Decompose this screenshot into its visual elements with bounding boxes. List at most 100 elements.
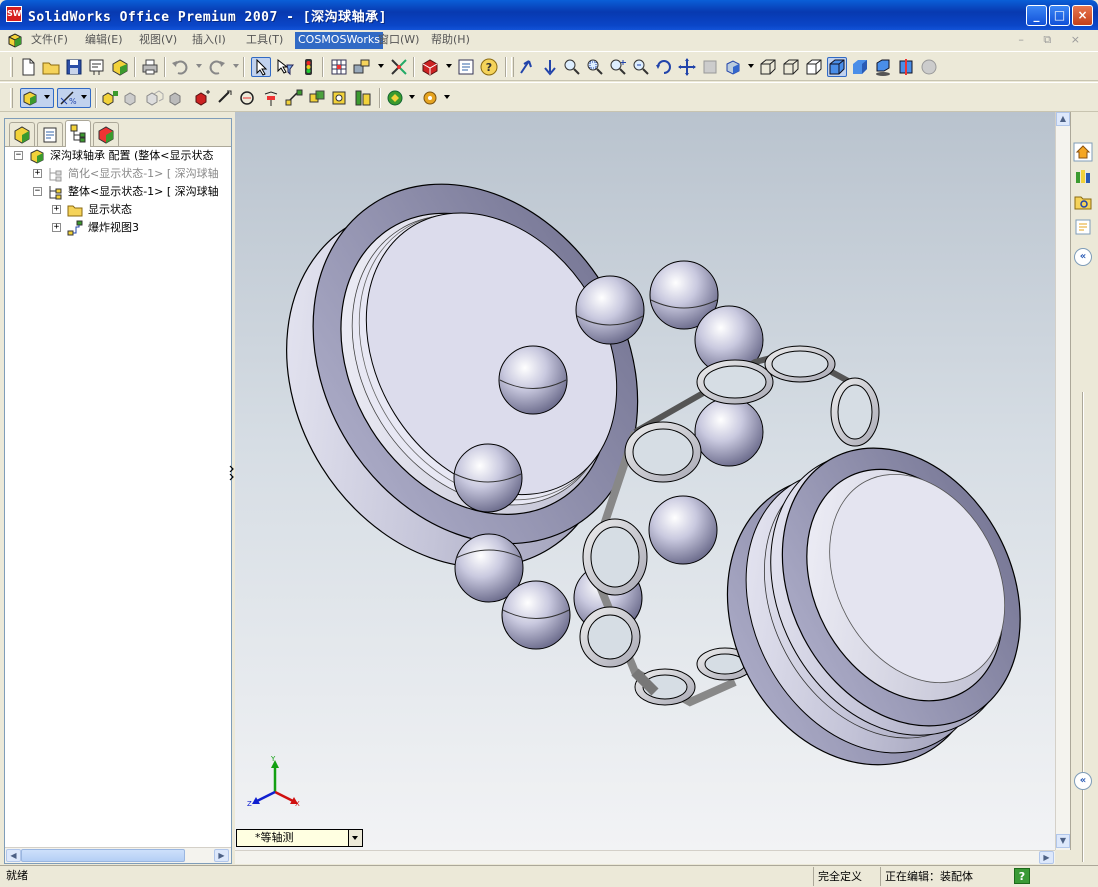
- explode-line-sketch-icon[interactable]: [284, 88, 304, 108]
- configuration-icon: [49, 168, 62, 182]
- tab-display-manager[interactable]: [93, 122, 119, 146]
- move-component-icon[interactable]: [192, 88, 212, 108]
- svg-text:%: %: [69, 97, 77, 106]
- pan-down-icon[interactable]: [540, 57, 560, 77]
- maximize-button[interactable]: □: [1049, 5, 1070, 26]
- view-orientation-value: *等轴测: [255, 831, 294, 844]
- interference-detection-icon[interactable]: [307, 88, 327, 108]
- viewport-horizontal-scrollbar[interactable]: ▶: [235, 850, 1055, 864]
- hole-series-icon[interactable]: [330, 88, 350, 108]
- select-filter-icon[interactable]: [275, 57, 295, 77]
- 3d-box-icon[interactable]: [420, 57, 440, 77]
- viewport-vertical-scrollbar[interactable]: ▲ ▼: [1055, 112, 1070, 850]
- pan-icon[interactable]: [677, 57, 697, 77]
- design-library-icon[interactable]: [1073, 167, 1093, 187]
- rotate-component-icon[interactable]: [215, 88, 235, 108]
- make-assembly-icon[interactable]: [110, 57, 130, 77]
- collapse-pane-icon[interactable]: «: [1074, 772, 1092, 790]
- assembly-features-icon[interactable]: [353, 88, 373, 108]
- zoom-area-icon[interactable]: [585, 57, 605, 77]
- options-grid-icon[interactable]: [329, 57, 349, 77]
- view-orientation-dim-icon[interactable]: [700, 57, 720, 77]
- redo-icon[interactable]: [207, 57, 227, 77]
- zoom-selection-icon[interactable]: [631, 57, 651, 77]
- assembly-toolbar: %: [0, 82, 1098, 112]
- print-icon[interactable]: [140, 57, 160, 77]
- standard-views-icon[interactable]: [723, 57, 743, 77]
- save-icon[interactable]: [64, 57, 84, 77]
- scroll-up-arrow[interactable]: ▲: [1056, 112, 1070, 126]
- previous-view-icon[interactable]: [517, 57, 537, 77]
- change-transparency-icon[interactable]: [144, 88, 164, 108]
- rebuild-traffic-light-icon[interactable]: [298, 57, 318, 77]
- menu-window[interactable]: 窗口(W): [375, 32, 422, 49]
- make-drawing-icon[interactable]: [87, 57, 107, 77]
- scroll-left-arrow[interactable]: ◀: [6, 849, 21, 862]
- toolbox-icon[interactable]: [385, 88, 405, 108]
- scroll-thumb[interactable]: [21, 849, 185, 862]
- design-library-gear-icon[interactable]: [420, 88, 440, 108]
- zoom-to-fit-icon[interactable]: [562, 57, 582, 77]
- bearing-exploded-model[interactable]: Y X Z: [235, 112, 1055, 850]
- expand-toggle[interactable]: +: [52, 223, 61, 232]
- menu-view[interactable]: 视图(V): [136, 32, 180, 49]
- hidden-lines-removed-icon[interactable]: [804, 57, 824, 77]
- toolbar-grip[interactable]: [10, 57, 13, 77]
- tab-feature-manager[interactable]: [9, 122, 35, 146]
- expand-toggle[interactable]: +: [33, 169, 42, 178]
- tree-horizontal-scrollbar[interactable]: ◀ ▶: [5, 847, 231, 863]
- chevron-down-icon[interactable]: [348, 830, 362, 846]
- hidden-lines-visible-icon[interactable]: [781, 57, 801, 77]
- rotate-view-icon[interactable]: [654, 57, 674, 77]
- explode-view-icon[interactable]: [261, 88, 281, 108]
- shaded-icon[interactable]: [850, 57, 870, 77]
- exploded-view-icon: [67, 220, 83, 236]
- menu-file[interactable]: 文件(F): [28, 32, 71, 49]
- help-question-icon[interactable]: ?: [479, 57, 499, 77]
- shadows-icon[interactable]: [873, 57, 893, 77]
- title-bar: SW SolidWorks Office Premium 2007 - [深沟球…: [0, 0, 1098, 30]
- shaded-with-edges-icon[interactable]: [827, 57, 847, 77]
- select-arrow-icon[interactable]: [251, 57, 271, 77]
- menu-cosmosworks[interactable]: COSMOSWorks: [295, 32, 384, 49]
- search-icon[interactable]: [1073, 217, 1093, 237]
- close-button[interactable]: ×: [1072, 5, 1093, 26]
- smart-fasteners-icon[interactable]: [238, 88, 258, 108]
- wireframe-icon[interactable]: [758, 57, 778, 77]
- mdi-window-controls[interactable]: – ⧉ ×: [1018, 33, 1088, 47]
- mate-icon[interactable]: [389, 57, 409, 77]
- undo-icon[interactable]: [170, 57, 190, 77]
- view-orientation-dropdown[interactable]: *等轴测: [236, 829, 363, 847]
- menu-help[interactable]: 帮助(H): [428, 32, 473, 49]
- properties-icon[interactable]: [456, 57, 476, 77]
- minimize-button[interactable]: _: [1026, 5, 1047, 26]
- menu-insert[interactable]: 插入(I): [189, 32, 229, 49]
- section-view-icon[interactable]: [896, 57, 916, 77]
- hide-show-components-icon[interactable]: [122, 88, 142, 108]
- graphics-area[interactable]: Y X Z: [235, 112, 1055, 850]
- scroll-right-arrow[interactable]: ▶: [214, 849, 229, 862]
- zoom-in-out-icon[interactable]: [608, 57, 628, 77]
- realview-sphere-icon[interactable]: [919, 57, 939, 77]
- menu-edit[interactable]: 编辑(E): [82, 32, 126, 49]
- insert-components-icon[interactable]: [100, 88, 120, 108]
- insert-component-icon[interactable]: [352, 57, 372, 77]
- solidworks-app-icon[interactable]: SW: [6, 6, 22, 22]
- status-definition: 完全定义: [813, 867, 879, 886]
- solidworks-resources-home-icon[interactable]: [1073, 142, 1093, 162]
- tab-property-manager[interactable]: [37, 122, 63, 146]
- task-pane: « «: [1070, 112, 1094, 862]
- file-explorer-icon[interactable]: [1073, 192, 1093, 212]
- menu-tools[interactable]: 工具(T): [243, 32, 286, 49]
- change-suppression-icon[interactable]: [167, 88, 187, 108]
- collapse-pane-icon[interactable]: «: [1074, 248, 1092, 266]
- new-document-icon[interactable]: [18, 57, 38, 77]
- tab-configuration-manager[interactable]: [65, 120, 91, 147]
- open-folder-icon[interactable]: [41, 57, 61, 77]
- scroll-down-arrow[interactable]: ▼: [1056, 834, 1070, 848]
- collapse-toggle[interactable]: −: [33, 187, 42, 196]
- collapse-toggle[interactable]: −: [14, 151, 23, 160]
- expand-toggle[interactable]: +: [52, 205, 61, 214]
- quick-tips-help-icon[interactable]: ?: [1014, 868, 1030, 884]
- scroll-right-arrow[interactable]: ▶: [1039, 851, 1054, 864]
